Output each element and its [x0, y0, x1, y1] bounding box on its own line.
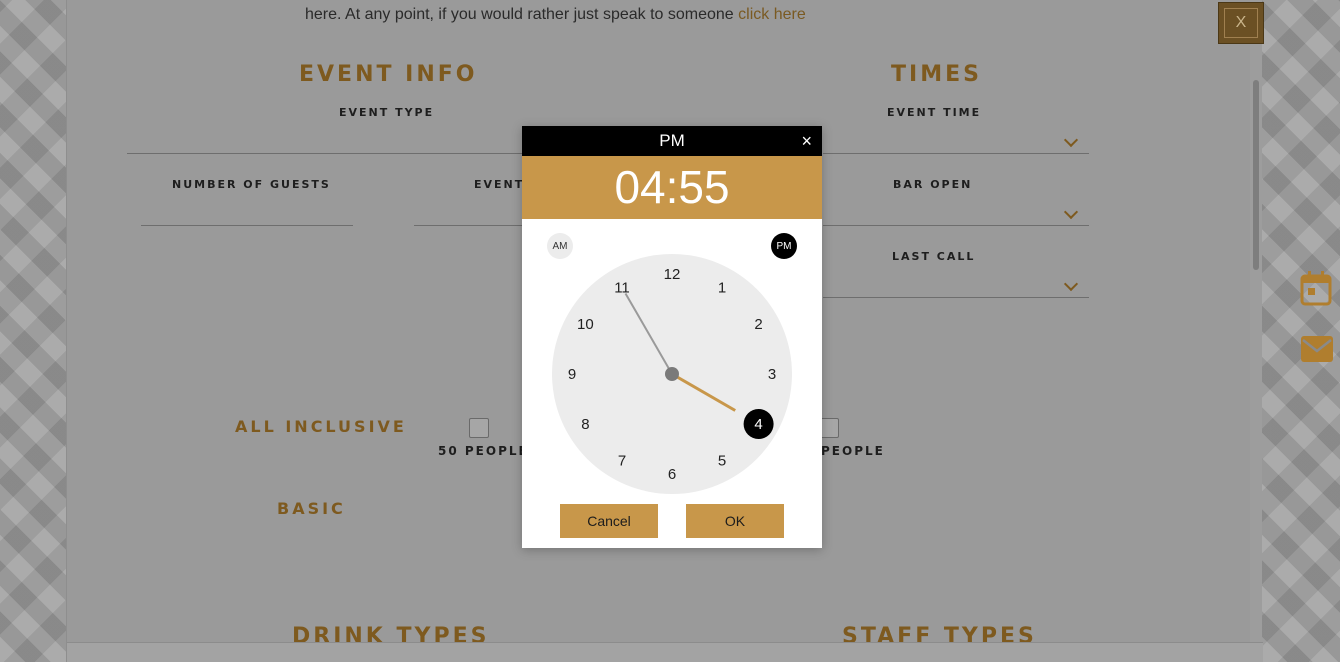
section-title-event-info: EVENT INFO: [299, 62, 478, 87]
mail-icon[interactable]: [1300, 334, 1334, 364]
hour-7[interactable]: 7: [618, 453, 626, 470]
hour-1[interactable]: 1: [718, 279, 726, 296]
label-event-time: EVENT TIME: [887, 106, 982, 119]
label-people: PEOPLE: [821, 444, 885, 458]
hour-3[interactable]: 3: [768, 366, 776, 383]
package-basic: BASIC: [277, 499, 346, 518]
ok-button[interactable]: OK: [686, 504, 784, 538]
label-last-call: LAST CALL: [892, 250, 976, 263]
hour-4[interactable]: 4: [754, 416, 762, 433]
contact-link[interactable]: click here: [738, 6, 806, 23]
section-title-times: TIMES: [891, 62, 982, 87]
intro-sentence: here. At any point, if you would rather …: [305, 6, 734, 23]
close-icon[interactable]: ×: [801, 126, 812, 156]
label-50-people: 50 PEOPLE: [438, 444, 529, 458]
chevron-down-icon[interactable]: [1063, 132, 1079, 148]
number-of-guests-input[interactable]: [141, 225, 353, 226]
label-number-of-guests: NUMBER OF GUESTS: [172, 178, 331, 191]
hour-9[interactable]: 9: [568, 366, 576, 383]
hour-10[interactable]: 10: [577, 316, 594, 333]
calendar-icon[interactable]: [1300, 270, 1332, 306]
hour-2[interactable]: 2: [754, 316, 762, 333]
hour-5[interactable]: 5: [718, 453, 726, 470]
time-picker-dialog: PM × 04:55 AM PM 12 1 2 3 4 5 6 7 8 9 10 11 Cancel …: [522, 126, 822, 548]
intro-text: here. At any point, if you would rather …: [305, 6, 806, 24]
last-call-select[interactable]: [823, 297, 1089, 298]
left-background-pattern: [0, 0, 66, 662]
hour-6[interactable]: 6: [668, 466, 676, 483]
close-icon: X: [1224, 8, 1258, 38]
bottom-strip: [67, 642, 1263, 662]
chevron-down-icon[interactable]: [1063, 204, 1079, 220]
clock-dial[interactable]: 121234567891011: [552, 254, 792, 494]
right-background-pattern: [1262, 0, 1340, 662]
clock-center: [665, 367, 679, 381]
scrollbar-thumb[interactable]: [1253, 80, 1259, 270]
time-picker-header: PM ×: [522, 126, 822, 156]
scrollbar[interactable]: [1250, 0, 1262, 642]
label-event-type: EVENT TYPE: [339, 106, 435, 119]
checkbox-50-people[interactable]: [469, 418, 489, 438]
cancel-button[interactable]: Cancel: [560, 504, 658, 538]
chevron-down-icon[interactable]: [1063, 276, 1079, 292]
event-partial-input[interactable]: [414, 225, 524, 226]
label-bar-open: BAR OPEN: [893, 178, 973, 191]
hour-11[interactable]: 11: [614, 279, 630, 296]
checkbox-people[interactable]: [819, 418, 839, 438]
hour-12[interactable]: 12: [664, 266, 681, 283]
label-event-partial: EVENT: [474, 178, 525, 191]
time-display[interactable]: 04:55: [522, 156, 822, 219]
hour-8[interactable]: 8: [581, 416, 589, 433]
event-type-select[interactable]: [127, 153, 527, 154]
meridiem-header: PM: [659, 131, 685, 150]
modal-close-button[interactable]: X: [1218, 2, 1264, 44]
package-all-inclusive: ALL INCLUSIVE: [235, 417, 407, 436]
bar-open-select[interactable]: [823, 225, 1089, 226]
event-time-select[interactable]: [823, 153, 1089, 154]
